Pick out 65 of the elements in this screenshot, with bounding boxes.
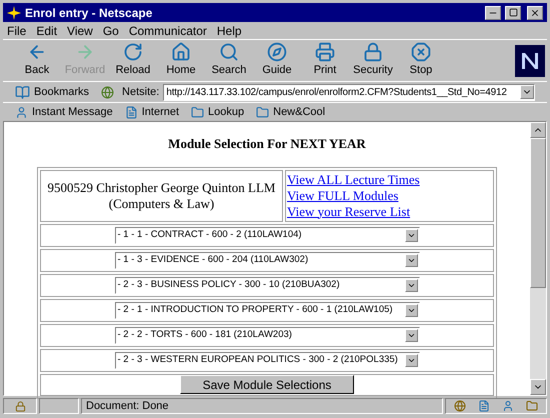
padlock-icon <box>14 400 26 412</box>
close-icon <box>530 8 540 18</box>
scroll-up-icon[interactable] <box>530 122 546 138</box>
netscape-star-icon <box>7 6 21 20</box>
folder-icon <box>191 106 204 118</box>
folder-icon <box>256 106 270 118</box>
stop-sign-icon <box>411 42 431 62</box>
menu-item[interactable]: Help <box>216 22 242 40</box>
reload-icon <box>123 42 143 62</box>
student-text: (Computers & Law) <box>108 196 214 212</box>
book-icon <box>15 84 30 100</box>
module-select[interactable]: - 2 - 3 - WESTERN EUROPEAN POLITICS - 300 - 2 (210POL335) <box>114 352 420 368</box>
toolbar-button[interactable]: Back <box>15 42 59 79</box>
module-select[interactable]: - 1 - 1 - CONTRACT - 600 - 2 (110LAW104) <box>114 226 420 244</box>
toolbar-button[interactable]: Print <box>303 42 347 79</box>
menu-item[interactable]: Edit <box>36 22 58 40</box>
toolbar-button[interactable]: Home <box>159 42 203 79</box>
page-heading: Module Selection For NEXT YEAR <box>168 135 366 153</box>
document-icon <box>478 400 490 412</box>
module-select[interactable]: - 2 - 1 - INTRODUCTION TO PROPERTY - 600 - 1 (210LAW105) <box>114 302 420 318</box>
printer-icon <box>315 42 335 62</box>
personal-toolbar-button[interactable]: Internet <box>124 104 180 120</box>
student-text: 9500529 Christopher George Quinton LLM <box>48 180 276 196</box>
toolbar-button[interactable]: Reload <box>111 42 155 79</box>
scroll-down-icon[interactable] <box>530 379 546 395</box>
person-icon <box>502 400 514 412</box>
menu-item[interactable]: Communicator <box>128 22 207 40</box>
house-icon <box>171 42 191 62</box>
status-text: Document: Done <box>81 398 443 414</box>
url-field[interactable]: http://143.117.33.102/campus/enrol/enrolform2.CFM?Students1__Std_No=4912 <box>163 84 535 100</box>
restore-icon <box>508 8 518 17</box>
module-select[interactable]: - 2 - 2 - TORTS - 600 - 181 (210LAW203) <box>114 326 420 344</box>
page-link[interactable]: View your Reserve List <box>287 204 492 220</box>
globe-icon <box>101 86 114 98</box>
person-icon <box>15 106 28 118</box>
menu-item[interactable]: File <box>7 22 26 40</box>
document-icon <box>124 106 138 118</box>
bookmarks-button[interactable]: Bookmarks <box>34 84 90 100</box>
netsite-label: Netsite: <box>122 84 160 100</box>
toolbar-button[interactable]: Stop <box>399 42 443 79</box>
menu-item[interactable]: View <box>67 22 93 40</box>
toolbar-button[interactable]: Security <box>351 42 395 79</box>
status-panel <box>39 398 79 414</box>
page-link[interactable]: View ALL Lecture Times <box>287 172 492 188</box>
restore-button[interactable] <box>505 6 521 20</box>
scroll-thumb[interactable] <box>530 138 546 288</box>
module-select[interactable]: - 2 - 3 - BUSINESS POLICY - 300 - 10 (210BUA302) <box>114 276 420 294</box>
toolbar-button[interactable]: Guide <box>255 42 299 79</box>
close-button[interactable] <box>527 6 543 20</box>
toolbar-button[interactable]: Search <box>207 42 251 79</box>
scrollbar[interactable] <box>530 122 546 395</box>
menu-item[interactable]: Go <box>102 22 119 40</box>
save-button[interactable]: Save Module Selections <box>180 375 354 394</box>
search-icon <box>219 42 239 62</box>
padlock-icon <box>363 42 383 62</box>
page-link[interactable]: View FULL Modules <box>287 188 492 204</box>
window-title: Enrol entry - Netscape <box>25 4 154 22</box>
personal-toolbar-button[interactable]: Lookup <box>191 104 244 120</box>
personal-toolbar-button[interactable]: Instant Message <box>15 104 113 120</box>
compass-icon <box>267 42 287 62</box>
minimize-button[interactable] <box>485 6 501 20</box>
module-select[interactable]: - 1 - 3 - EVIDENCE - 600 - 204 (110LAW302) <box>114 252 420 268</box>
globe-icon <box>454 400 466 412</box>
folder-icon <box>526 400 538 412</box>
personal-toolbar-button[interactable]: New&Cool <box>256 104 326 120</box>
